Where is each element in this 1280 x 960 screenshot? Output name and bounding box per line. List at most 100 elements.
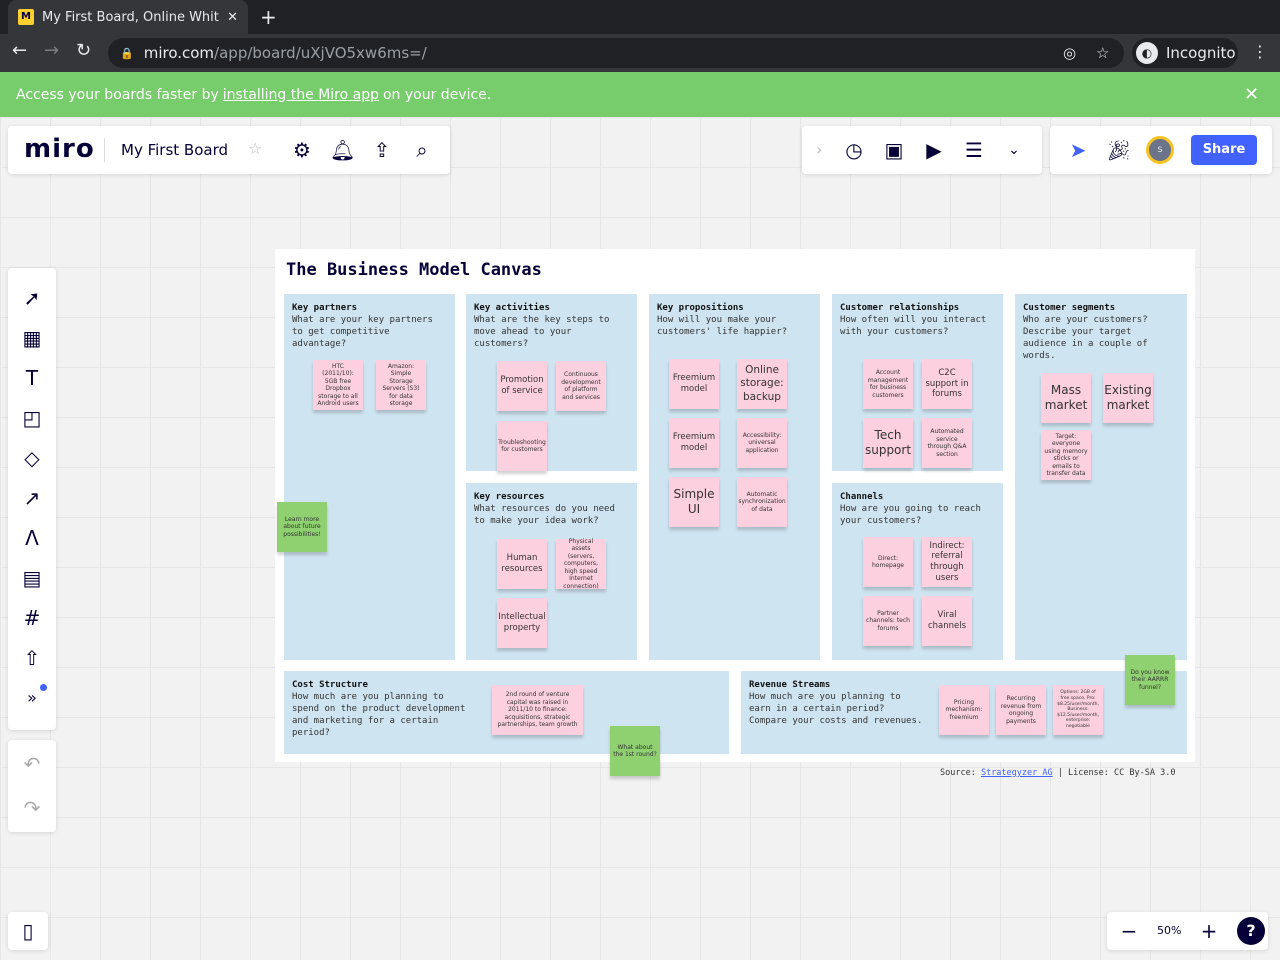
sticky-note[interactable]: Automatic synchronization of data [737, 477, 787, 527]
sticky-note[interactable]: Viral channels [922, 596, 972, 646]
sticky-note[interactable]: Human resources [497, 539, 547, 589]
chevron-double-down-icon[interactable]: ⌄ [1002, 138, 1026, 162]
board-name[interactable]: My First Board [121, 141, 228, 159]
reload-icon[interactable]: ↻ [76, 40, 91, 61]
bookmark-star-icon[interactable]: ☆ [1096, 44, 1109, 62]
sticky-note[interactable]: Mass market [1041, 373, 1091, 423]
sticky-note[interactable]: Account management for business customer… [863, 359, 913, 409]
install-app-banner: Access your boards faster by installing … [0, 72, 1280, 117]
zoom-out-icon[interactable]: − [1117, 919, 1141, 943]
section-title: Key partners [292, 303, 358, 313]
section-title: Key resources [474, 492, 545, 502]
arrow-line-icon[interactable]: ↗ [20, 486, 44, 510]
settings-gear-icon[interactable]: ⚙ [290, 138, 314, 162]
sticky-note[interactable]: Pricing mechanism: freemium [939, 685, 989, 735]
sticky-note[interactable]: Automated service through Q&A section [922, 418, 972, 468]
browser-tab[interactable]: M My First Board, Online Whiteboard ✕ [8, 0, 248, 34]
install-app-link[interactable]: installing the Miro app [223, 87, 379, 103]
sticky-note[interactable]: Indirect: referral through users [922, 537, 972, 587]
upload-file-icon[interactable]: ⇧ [20, 646, 44, 670]
bell-icon[interactable]: 🔔︎ [330, 138, 355, 162]
tools-panel: › ◷ ▣ ▶ ☰ ⌄ [802, 126, 1042, 174]
section-title: Key propositions [657, 303, 744, 313]
section-question: How are you going to reach your customer… [840, 504, 981, 526]
strategyzer-link[interactable]: Strategyzer AG [981, 768, 1053, 778]
avatar[interactable]: s [1146, 136, 1174, 164]
text-icon[interactable]: T [20, 366, 44, 390]
sticky-note[interactable]: Simple UI [669, 477, 719, 527]
frame-icon[interactable]: # [20, 606, 44, 630]
sticky-note-icon[interactable]: ◰ [20, 406, 44, 430]
star-icon[interactable]: ☆ [248, 139, 262, 158]
eye-off-icon[interactable]: ◎ [1063, 44, 1076, 62]
zoom-in-icon[interactable]: + [1197, 919, 1221, 943]
search-icon[interactable]: ⌕ [410, 138, 434, 162]
green-sticky-note[interactable]: Do you know their AARRR funnel? [1125, 655, 1175, 705]
close-tab-icon[interactable]: ✕ [227, 10, 238, 25]
sticky-note[interactable]: Options: 2GB of free space, Pro: $8.25/u… [1053, 685, 1103, 735]
chevron-right-icon[interactable]: › [816, 140, 822, 159]
pen-icon[interactable]: Λ [20, 526, 44, 550]
section-question: Who are your customers? Describe your ta… [1023, 315, 1148, 361]
section-question: How much are you planning to spend on th… [292, 692, 466, 738]
sticky-note[interactable]: Intellectual property [497, 598, 547, 648]
presentation-icon[interactable]: ▶ [922, 138, 946, 162]
timer-icon[interactable]: ◷ [842, 138, 866, 162]
select-cursor-icon[interactable]: ➚ [20, 286, 44, 310]
back-icon[interactable]: ← [12, 40, 27, 61]
templates-icon[interactable]: ▦ [20, 326, 44, 350]
board-title: The Business Model Canvas [286, 260, 542, 280]
board-header-panel: miro My First Board ☆ ⚙ 🔔︎ ⇪ ⌕ [8, 126, 450, 174]
close-banner-icon[interactable]: ✕ [1244, 84, 1259, 105]
sticky-note[interactable]: Continuous development of platform and s… [556, 361, 606, 411]
redo-icon[interactable]: ↷ [20, 796, 44, 820]
sticky-note[interactable]: Physical assets (servers, computers, hig… [556, 538, 606, 590]
upload-icon[interactable]: ⇪ [370, 138, 394, 162]
zoom-controls: − 50% + ? [1107, 912, 1268, 950]
url-host: miro.com [143, 44, 215, 62]
section-title: Customer relationships [840, 303, 960, 313]
menu-kebab-icon[interactable]: ⋮ [1252, 42, 1268, 61]
green-sticky-note[interactable]: Learn more about future possibilities! [277, 502, 327, 552]
sticky-note[interactable]: Promotion of service [497, 361, 547, 411]
sticky-note[interactable]: 2nd round of venture capital was raised … [492, 685, 583, 735]
forward-icon[interactable]: → [44, 40, 59, 61]
section-title: Key activities [474, 303, 550, 313]
sticky-note[interactable]: Recurring revenue from ongoing payments [996, 685, 1046, 735]
sticky-note[interactable]: Amazon: Simple Storage Servers (S3) for … [376, 360, 426, 410]
share-button[interactable]: Share [1191, 135, 1257, 165]
sticky-note[interactable]: Accessibility: universal application [737, 418, 787, 468]
sticky-note[interactable]: Online storage: backup [737, 359, 787, 409]
incognito-icon: ◐ [1136, 42, 1158, 64]
celebrate-party-icon[interactable]: 🎉︎ [1106, 138, 1131, 162]
sticky-note[interactable]: HTC (2011/10): 5GB free Dropbox storage … [313, 360, 363, 410]
sticky-note[interactable]: Troubleshooting for customers [497, 421, 547, 471]
miro-logo[interactable]: miro [24, 134, 95, 164]
comment-icon[interactable]: ▤ [20, 566, 44, 590]
sticky-note[interactable]: Freemium model [669, 418, 719, 468]
url-input[interactable]: 🔒 miro.com/app/board/uXjVO5xw6ms=/ ◎ ☆ [108, 38, 1124, 68]
cursor-share-icon[interactable]: ➤ [1066, 138, 1090, 162]
sticky-note[interactable]: Tech support [863, 418, 913, 468]
board-panel-toggle[interactable]: ▯ [8, 912, 48, 950]
sticky-note[interactable]: Partner channels: tech forums [863, 596, 913, 646]
video-chat-icon[interactable]: ▣ [882, 138, 906, 162]
source-note: Source: Strategyzer AG | License: CC By-… [940, 768, 1175, 778]
notes-icon[interactable]: ☰ [962, 138, 986, 162]
new-tab-button[interactable]: + [260, 5, 277, 29]
help-icon[interactable]: ? [1237, 917, 1265, 945]
incognito-badge[interactable]: ◐ Incognito [1132, 38, 1238, 68]
undo-icon[interactable]: ↶ [20, 752, 44, 776]
shapes-icon[interactable]: ◇ [20, 446, 44, 470]
sticky-note[interactable]: Direct: homepage [863, 537, 913, 587]
green-sticky-note[interactable]: What about the 1st round? [610, 726, 660, 776]
section-title: Revenue Streams [749, 680, 831, 690]
sticky-note[interactable]: C2C support in forums [922, 359, 972, 409]
sticky-note[interactable]: Target: everyone using memory sticks or … [1041, 430, 1091, 480]
sticky-note[interactable]: Freemium model [669, 359, 719, 409]
zoom-level[interactable]: 50% [1157, 924, 1181, 937]
section-key-partners: Key partners What are your key partners t… [284, 294, 455, 660]
section-channels: Channels How are you going to reach your … [832, 483, 1003, 660]
sticky-note[interactable]: Existing market [1103, 373, 1153, 423]
section-key-resources: Key resources What resources do you need … [466, 483, 637, 660]
